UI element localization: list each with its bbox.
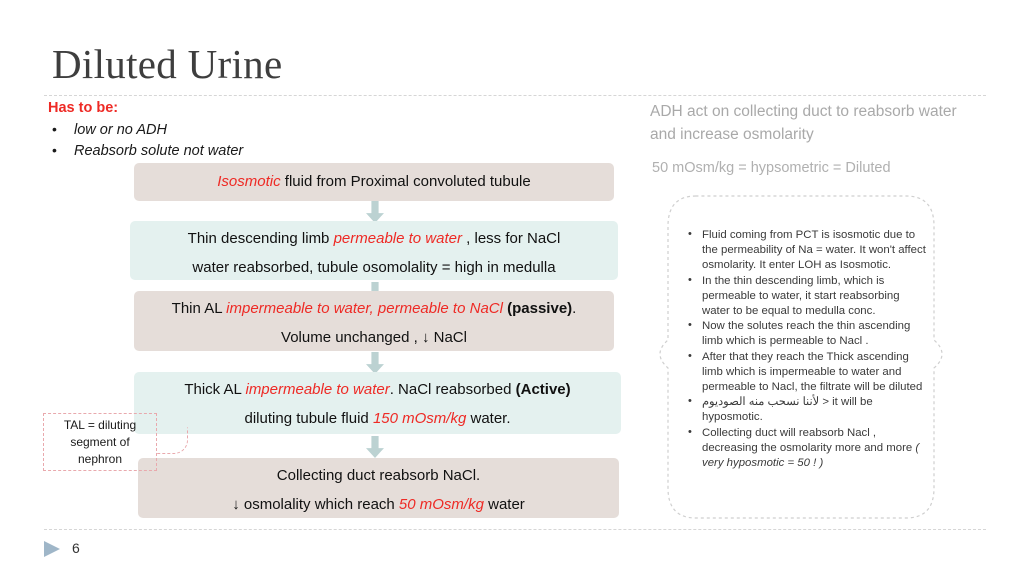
text-emphasis: 150 mOsm/kg [372,410,467,427]
text-emphasis: permeable to water [333,230,462,247]
flow-box-thick-al-line2: diluting tubule fluid 150 mOsm/kg water. [148,404,607,433]
text-a: ↓ osmolality which reach [232,496,399,513]
flow-box-descending-limb-line1: Thin descending limb permeable to water … [144,224,604,253]
flow-box-pct: Isosmotic fluid from Proximal convoluted… [134,163,614,201]
flow-box-cd-line1: Collecting duct reabsorb NaCl. [276,467,481,484]
text-b: water. [466,410,511,427]
text-emphasis: impermeable to water, permeable to NaCl [226,300,503,317]
right-panel-heading: ADH act on collecting duct to reabsorb w… [650,103,957,143]
notes-cloud: Fluid coming from PCT is isosmotic due t… [656,192,946,522]
text-bold: (passive) [502,300,573,317]
text-b: . [572,300,577,317]
footer-divider [44,529,986,530]
text-b: . NaCl reabsorbed [389,381,516,398]
text-b: , less for NaCl [461,230,561,247]
list-item: After that they reach the Thick ascendin… [688,349,926,396]
text-a: Thick AL [184,381,246,398]
page-number: 6 [72,540,80,556]
tal-callout-line3: nephron [77,452,123,466]
list-item: low or no ADH [48,119,378,141]
flow-box-descending-limb: Thin descending limb permeable to water … [130,221,618,280]
note-arabic-text: لأننا نسحب منه الصوديوم [702,396,820,409]
text-a: Thin descending limb [187,230,334,247]
tal-callout-line1: TAL = diluting [63,418,137,432]
text-b: water [483,496,525,513]
notes-list: Fluid coming from PCT is isosmotic due t… [688,227,926,472]
flow-box-thin-ascending-limb: Thin AL impermeable to water, permeable … [134,291,614,351]
tal-callout: TAL = diluting segment of nephron [43,413,157,471]
note-text: Collecting duct will reabsorb Nacl , dec… [702,426,913,454]
arrow-down-icon [366,436,384,458]
list-item: Fluid coming from PCT is isosmotic due t… [688,227,926,274]
flow-box-thin-al-line2: Volume unchanged , ↓ NaCl [281,329,467,346]
text-a: diluting tubule fluid [244,410,373,427]
flow-box-pct-text: fluid from Proximal convoluted tubule [280,173,531,190]
tal-callout-tail [156,427,188,454]
list-item: Collecting duct will reabsorb Nacl , dec… [688,425,926,472]
flow-box-pct-emphasis: Isosmotic [217,173,281,190]
list-item: Now the solutes reach the thin ascending… [688,318,926,349]
arrow-down-icon [366,201,384,223]
list-item-arabic: لأننا نسحب منه الصوديوم > it will be hyp… [688,394,926,425]
list-item: In the thin descending limb, which is pe… [688,273,926,320]
text-emphasis: impermeable to water [245,381,390,398]
flow-box-collecting-duct: Collecting duct reabsorb NaCl. ↓ osmolal… [138,458,619,518]
flow-box-thick-al-line1: Thick AL impermeable to water. NaCl reab… [148,375,607,404]
page-title: Diluted Urine [52,41,283,87]
flow-box-thin-al-line1: Thin AL impermeable to water, permeable … [148,294,600,323]
requirements-list: low or no ADH Reabsorb solute not water [48,119,378,162]
flow-box-thick-ascending-limb: Thick AL impermeable to water. NaCl reab… [134,372,621,434]
play-triangle-icon [44,541,60,557]
arrow-down-icon [366,352,384,374]
text-bold: (Active) [515,381,571,398]
flow-box-descending-limb-line2: water reabsorbed, tubule osomolality = h… [192,259,556,276]
tal-callout-line2: segment of [70,435,130,449]
text-a: Thin AL [171,300,227,317]
flow-box-cd-line2: ↓ osmolality which reach 50 mOsm/kg wate… [152,490,605,519]
title-divider [44,95,986,96]
requirements-heading: Has to be: [48,100,119,116]
text-emphasis: 50 mOsm/kg [398,496,484,513]
list-item: Reabsorb solute not water [48,140,378,162]
right-panel-subheading: 50 mOsm/kg = hypsometric = Diluted [652,160,891,176]
